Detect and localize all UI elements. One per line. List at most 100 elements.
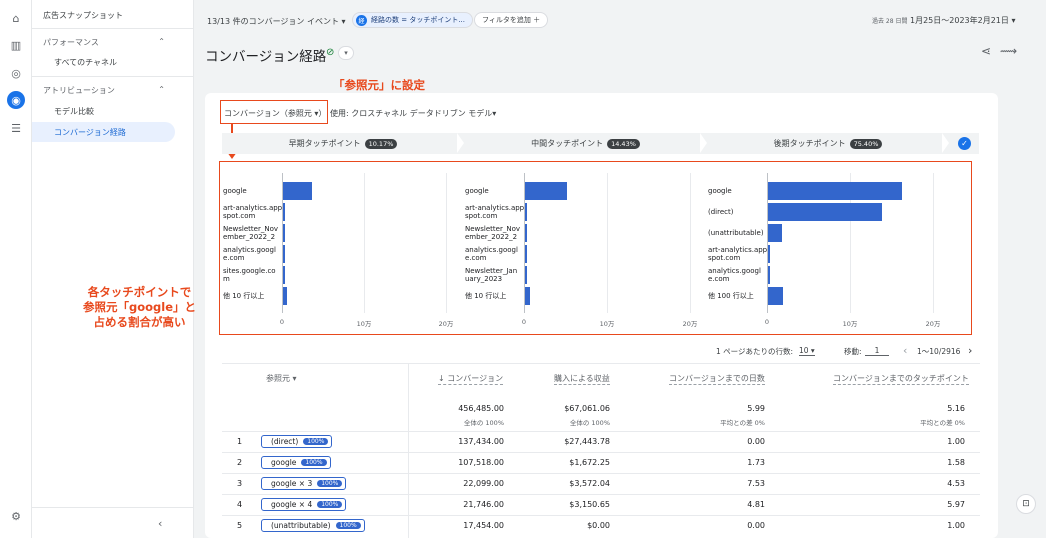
row-divider xyxy=(222,473,980,474)
table-divider xyxy=(222,363,980,364)
cell-conversions: 21,746.00 xyxy=(463,500,504,509)
share-icon[interactable]: ⋖ xyxy=(981,44,991,58)
chart-bar[interactable] xyxy=(283,182,312,200)
col-header-source[interactable]: 参照元 ▾ xyxy=(266,373,297,384)
reports-icon[interactable]: ▥ xyxy=(9,38,23,52)
insights-icon[interactable]: ⟿ xyxy=(1000,44,1017,58)
source-chip[interactable]: (direct) 100% xyxy=(261,435,333,448)
advertising-icon[interactable]: ◉ xyxy=(7,91,25,109)
chart-category-label: art-analytics.app spot.com xyxy=(465,204,525,220)
conversion-events-selector[interactable]: 13/13 件のコンバージョン イベント ▾ xyxy=(207,16,346,27)
annotation-side-line: 各タッチポイントで xyxy=(87,285,192,299)
cell-revenue: $1,672.25 xyxy=(569,458,610,467)
chart-bar[interactable] xyxy=(525,182,567,200)
chevron-up-icon[interactable]: ⌃ xyxy=(158,85,165,94)
goto-label: 移動: xyxy=(844,347,862,356)
chart-bar[interactable] xyxy=(525,203,527,221)
source-name: (direct) xyxy=(271,437,299,446)
chart-bar[interactable] xyxy=(768,224,783,242)
chart-category-label: google xyxy=(465,187,489,195)
cell-touchpoints: 4.53 xyxy=(947,479,965,488)
chart-bar[interactable] xyxy=(283,287,288,305)
stage-label: 早期タッチポイント xyxy=(288,139,361,148)
row-index: 4 xyxy=(237,500,243,509)
chart-bar[interactable] xyxy=(768,203,882,221)
total-revenue: $67,061.06 xyxy=(564,404,610,413)
cell-days: 0.00 xyxy=(747,521,765,530)
source-name: google × 4 xyxy=(271,500,313,509)
goto-page-input[interactable]: 1 xyxy=(865,346,889,356)
date-range-prefix: 過去 28 日間 xyxy=(872,18,908,25)
title-dropdown-button[interactable]: ▾ xyxy=(338,46,354,60)
feedback-button[interactable]: ⊡ xyxy=(1016,494,1036,514)
chart-bar[interactable] xyxy=(525,224,527,242)
prev-page-button[interactable]: ‹ xyxy=(903,344,907,357)
total-days: 5.99 xyxy=(747,404,765,413)
col-header-touchpoints[interactable]: コンバージョンまでのタッチポイント xyxy=(833,373,969,385)
home-icon[interactable]: ⌂ xyxy=(9,11,23,25)
side-nav: 広告スナップショット パフォーマンス ⌃ すべてのチャネル アトリビューション … xyxy=(32,0,194,538)
chart-category-label: Newsletter_Nov ember_2022_2 xyxy=(465,225,521,241)
nav-section-performance[interactable]: パフォーマンス xyxy=(43,37,99,48)
source-chip[interactable]: google 100% xyxy=(261,456,331,469)
row-index: 1 xyxy=(237,437,243,446)
chip-badge: 経 xyxy=(356,14,367,26)
settings-icon[interactable]: ⚙ xyxy=(9,509,23,523)
chart-tick-label: 0 xyxy=(279,318,285,326)
chart-bar[interactable] xyxy=(768,245,771,263)
add-filter-button[interactable]: フィルタを追加 ＋ xyxy=(474,12,549,28)
attribution-model-selector[interactable]: 使用: クロスチャネル データドリブン モデル▾ xyxy=(330,108,496,119)
row-divider xyxy=(222,515,980,516)
total-touchpoints: 5.16 xyxy=(947,404,965,413)
chart-bar[interactable] xyxy=(768,266,771,284)
chart-tick-label: 10万 xyxy=(599,320,615,328)
chart-bar[interactable] xyxy=(525,245,527,263)
chart-bar[interactable] xyxy=(525,266,527,284)
col-header-days[interactable]: コンバージョンまでの日数 xyxy=(669,373,765,385)
chart-bar[interactable] xyxy=(283,203,285,221)
cell-days: 4.81 xyxy=(747,500,765,509)
source-chip[interactable]: google × 4 100% xyxy=(261,498,347,511)
chart-category-label: art-analytics.app spot.com xyxy=(223,204,283,220)
nav-section-attribution[interactable]: アトリビューション xyxy=(43,85,115,96)
chart-bar[interactable] xyxy=(525,287,530,305)
nav-item-all-channels[interactable]: すべてのチャネル xyxy=(54,57,117,68)
collapse-nav-button[interactable]: ‹ xyxy=(158,517,162,530)
stage-separator xyxy=(700,133,707,153)
explore-icon[interactable]: ◎ xyxy=(9,66,23,80)
source-name: google xyxy=(271,458,297,467)
date-range-picker[interactable]: 1月25日〜2023年2月21日 ▾ xyxy=(910,15,1015,26)
configure-icon[interactable]: ☰ xyxy=(9,121,23,135)
nav-item-conversion-paths[interactable]: コンバージョン経路 xyxy=(54,127,126,138)
stage-pct: 75.40% xyxy=(849,138,883,149)
cell-revenue: $3,572.04 xyxy=(569,479,610,488)
total-conversions: 456,485.00 xyxy=(458,404,504,413)
chart-bar[interactable] xyxy=(768,182,903,200)
chart-bar[interactable] xyxy=(283,245,285,263)
chart-tick-label: 0 xyxy=(764,318,770,326)
stage-late[interactable]: 後期タッチポイント 75.40% xyxy=(707,133,949,154)
nav-ad-snapshot[interactable]: 広告スナップショット xyxy=(43,10,123,21)
stage-middle[interactable]: 中間タッチポイント 14.43% xyxy=(464,133,707,154)
next-page-button[interactable]: › xyxy=(968,344,972,357)
col-header-conversions[interactable]: ↓ コンバージョン xyxy=(438,373,504,385)
rows-per-page-select[interactable]: 10 ▾ xyxy=(799,346,815,356)
dimension-selector[interactable]: コンバージョン（参照元 ▾） xyxy=(224,108,326,119)
nav-item-model-comparison[interactable]: モデル比較 xyxy=(54,106,94,117)
chart-bar[interactable] xyxy=(283,266,285,284)
source-chip[interactable]: (unattributable) 100% xyxy=(261,519,365,532)
chart-bar[interactable] xyxy=(768,287,783,305)
chart-bar[interactable] xyxy=(283,224,285,242)
chevron-up-icon[interactable]: ⌃ xyxy=(158,37,165,46)
source-share-badge: 100% xyxy=(317,501,343,508)
annotation-side-line: 占める割合が高い xyxy=(93,315,186,329)
col-header-revenue[interactable]: 購入による収益 xyxy=(554,373,610,385)
source-chip[interactable]: google × 3 100% xyxy=(261,477,347,490)
stage-early[interactable]: 早期タッチポイント 10.17% xyxy=(222,133,464,154)
stage-label: 後期タッチポイント xyxy=(773,139,846,148)
stage-pct: 14.43% xyxy=(607,138,640,149)
stage-check-icon[interactable]: ✓ xyxy=(958,137,971,150)
chart-tick-label: 10万 xyxy=(356,320,372,328)
verified-check-icon: ⊘ xyxy=(326,47,335,58)
path-count-chip[interactable]: 経 経路の数 = タッチポイント... xyxy=(352,12,473,28)
